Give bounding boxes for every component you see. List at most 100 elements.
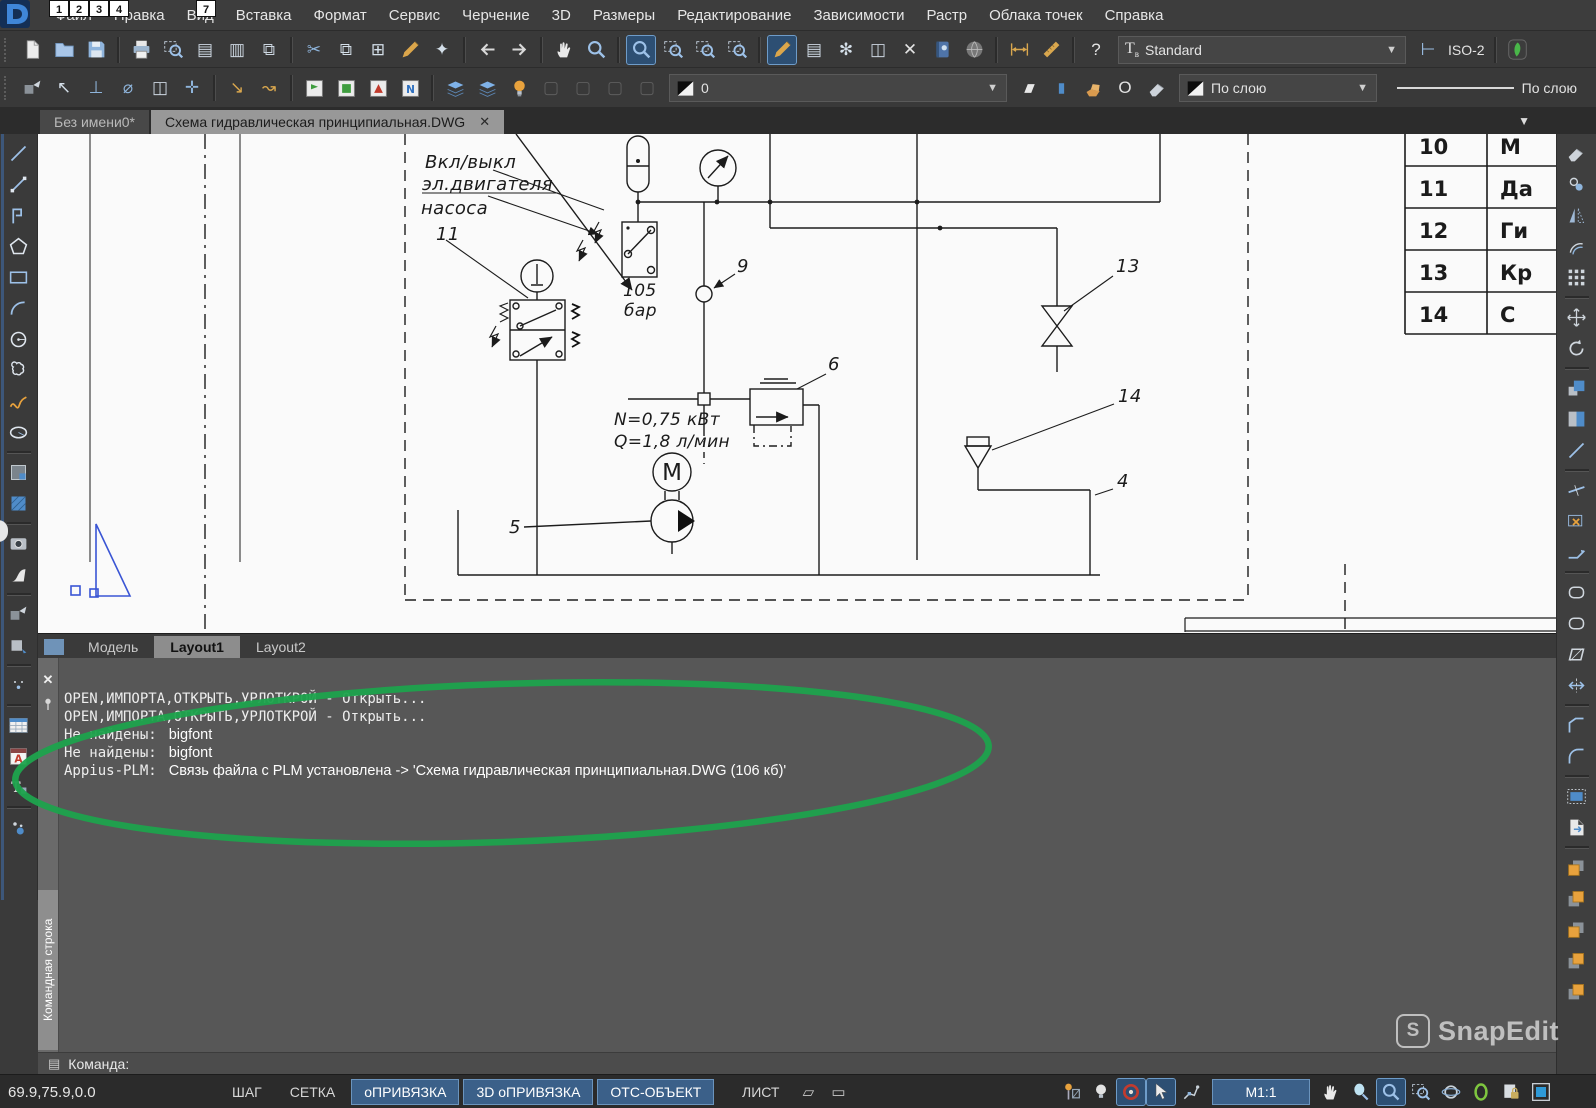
chip-icon[interactable]: [1047, 74, 1075, 102]
point-style-icon[interactable]: [4, 813, 34, 842]
order-back-icon[interactable]: [1562, 884, 1592, 913]
command-prompt-row[interactable]: ▤ Команда:: [38, 1052, 1556, 1075]
break-icon[interactable]: [1562, 476, 1592, 505]
layout-corner-icon[interactable]: [44, 639, 64, 655]
color-combo[interactable]: По слою ▼: [1179, 74, 1377, 102]
layers-icon[interactable]: [441, 74, 469, 102]
region-icon[interactable]: [4, 458, 34, 487]
zoom-rect-icon[interactable]: [1407, 1079, 1435, 1105]
dim-frame-icon[interactable]: ◫: [146, 74, 174, 102]
mtext-icon[interactable]: A: [4, 742, 34, 771]
polygon-icon[interactable]: [4, 232, 34, 261]
order-under-icon[interactable]: [1562, 977, 1592, 1006]
settings-gear-icon[interactable]: ✻: [832, 36, 860, 64]
redo-icon[interactable]: [505, 36, 533, 64]
extend-icon[interactable]: [1562, 538, 1592, 567]
rounded-rect-icon[interactable]: [1562, 578, 1592, 607]
toggle-ОТС-ОБЪЕКТ[interactable]: ОТС-ОБЪЕКТ: [597, 1079, 714, 1105]
chamfer-icon[interactable]: [1562, 711, 1592, 740]
toggle-оПРИВЯЗКА[interactable]: оПРИВЯЗКА: [351, 1079, 459, 1105]
layer-states-icon[interactable]: [473, 74, 501, 102]
erase-icon[interactable]: [1562, 139, 1592, 168]
polar-track-icon[interactable]: [1177, 1079, 1205, 1105]
properties-icon[interactable]: ▤: [800, 36, 828, 64]
zoom-realtime-icon[interactable]: [582, 36, 610, 64]
edit-drawing-icon[interactable]: [768, 36, 796, 64]
copy-icon[interactable]: ⧉: [332, 36, 360, 64]
scale-button[interactable]: М1:1: [1212, 1079, 1310, 1105]
xref-attach-icon[interactable]: [300, 74, 328, 102]
orbit-icon[interactable]: [1437, 1079, 1465, 1105]
toolbar-grip[interactable]: [4, 38, 12, 62]
doc-tab-schema[interactable]: Схема гидравлическая принципиальная.DWG …: [151, 110, 504, 134]
layer-on-icon[interactable]: [505, 74, 533, 102]
fullscreen-icon[interactable]: [1527, 1079, 1555, 1105]
box-orange-icon[interactable]: [1079, 74, 1107, 102]
spline-icon[interactable]: [4, 387, 34, 416]
drawing-canvas[interactable]: Вкл/выкл эл.двигателя насоса 105 бар 11 …: [38, 134, 1556, 633]
dim-diameter-icon[interactable]: ⌀: [114, 74, 142, 102]
zoom-previous-icon[interactable]: [723, 36, 751, 64]
move-icon[interactable]: [1562, 303, 1592, 332]
circle-icon[interactable]: [4, 325, 34, 354]
dim-vertical-icon[interactable]: ⊥: [82, 74, 110, 102]
lock-sheet-icon[interactable]: [1497, 1079, 1525, 1105]
toggle-СЕТКА[interactable]: СЕТКА: [278, 1080, 348, 1104]
paste-icon[interactable]: ⊞: [364, 36, 392, 64]
shear-icon[interactable]: [1562, 640, 1592, 669]
menu-item-editing[interactable]: Редактирование: [666, 3, 802, 28]
sheet-toggle[interactable]: ЛИСТ: [730, 1080, 791, 1104]
viewport-3d-icon[interactable]: [1562, 782, 1592, 811]
make-flat-icon[interactable]: [1015, 74, 1043, 102]
raster-frame-icon[interactable]: [364, 74, 392, 102]
mirror-icon[interactable]: [1562, 201, 1592, 230]
dim-style-icon[interactable]: ⊢: [1414, 36, 1442, 64]
copy-objects-icon[interactable]: [1562, 170, 1592, 199]
zoom-window-icon[interactable]: [1377, 1079, 1405, 1105]
table-icon[interactable]: [4, 711, 34, 740]
design-center-icon[interactable]: ◫: [864, 36, 892, 64]
dim-center-icon[interactable]: ✛: [178, 74, 206, 102]
page-setup-icon[interactable]: ▤: [191, 36, 219, 64]
text-single-icon[interactable]: T: [4, 773, 34, 802]
block-insert-icon[interactable]: [4, 600, 34, 629]
pan-icon[interactable]: [1317, 1079, 1345, 1105]
paper-pin-icon[interactable]: ▭: [824, 1079, 852, 1105]
line-icon[interactable]: [4, 139, 34, 168]
ring-icon[interactable]: O: [1111, 74, 1139, 102]
print-icon[interactable]: [127, 36, 155, 64]
segment-icon[interactable]: [4, 170, 34, 199]
trim-icon[interactable]: [1562, 507, 1592, 536]
array-icon[interactable]: [1562, 263, 1592, 292]
viewport-camera-icon[interactable]: [4, 529, 34, 558]
leader-icon[interactable]: ↘: [223, 74, 251, 102]
menu-item-constraints[interactable]: Зависимости: [802, 3, 915, 28]
menu-item-help[interactable]: Справка: [1094, 3, 1175, 28]
rectangle-icon[interactable]: [4, 263, 34, 292]
toolbox-icon[interactable]: ✕: [896, 36, 924, 64]
close-icon[interactable]: ✕: [40, 672, 56, 688]
internet-icon[interactable]: [960, 36, 988, 64]
format-painter-icon[interactable]: [396, 36, 424, 64]
new-file-icon[interactable]: [18, 36, 46, 64]
menu-item-service[interactable]: Сервис: [378, 3, 451, 28]
layer-color-icon[interactable]: ▢: [601, 74, 629, 102]
layer-lock-icon[interactable]: ▢: [569, 74, 597, 102]
edit-nodes-icon[interactable]: [1562, 671, 1592, 700]
publish-icon[interactable]: ▥: [223, 36, 251, 64]
menu-item-draft[interactable]: Черчение: [451, 3, 541, 28]
tab-layout2[interactable]: Layout2: [240, 636, 322, 658]
zoom-dynamic-icon[interactable]: [659, 36, 687, 64]
dimension-icon[interactable]: [1005, 36, 1033, 64]
notebook-icon[interactable]: [928, 36, 956, 64]
export-block-icon[interactable]: [1562, 813, 1592, 842]
arc-icon[interactable]: [4, 294, 34, 323]
loop-green-icon[interactable]: [1467, 1079, 1495, 1105]
wipeout-icon[interactable]: [4, 560, 34, 589]
measure-ruler-icon[interactable]: [1037, 36, 1065, 64]
open-folder-icon[interactable]: [50, 36, 78, 64]
bulb-icon[interactable]: [1087, 1079, 1115, 1105]
layer-freeze-icon[interactable]: ▢: [537, 74, 565, 102]
layer-combo[interactable]: 0 ▼: [669, 74, 1007, 102]
ellipse-icon[interactable]: [4, 418, 34, 447]
